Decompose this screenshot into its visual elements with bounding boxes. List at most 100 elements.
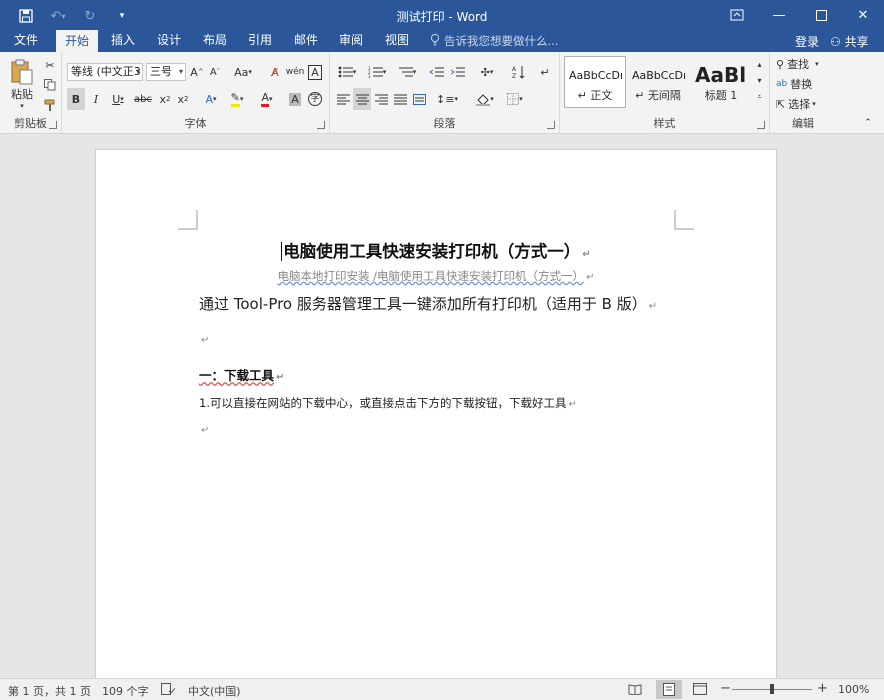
- share-button[interactable]: ⚇ 共享: [830, 33, 869, 50]
- minimize-icon[interactable]: —: [758, 0, 800, 30]
- format-painter-icon[interactable]: [42, 96, 58, 114]
- tab-mailings[interactable]: 邮件: [287, 30, 325, 52]
- paragraph-launcher-icon[interactable]: [547, 121, 555, 129]
- status-bar: 第 1 页，共 1 页 109 个字 中文(中国) − + 100%: [0, 678, 884, 700]
- document-page[interactable]: 电脑使用工具快速安装打印机（方式一） ↵ 电脑本地打印安装 /电脑使用工具快速安装…: [95, 149, 777, 684]
- zoom-out-button[interactable]: −: [720, 681, 731, 696]
- font-name-select[interactable]: 等线 (中文正3 ▾: [67, 63, 143, 81]
- document-subtitle: 电脑本地打印安装 /电脑使用工具快速安装打印机（方式一）: [277, 269, 585, 283]
- show-marks-icon[interactable]: ↵: [536, 61, 554, 83]
- style-heading-1[interactable]: AaBl 标题 1: [690, 56, 752, 108]
- tab-view[interactable]: 视图: [378, 30, 416, 52]
- numbering-icon[interactable]: 1 2 3 ▾: [364, 61, 390, 83]
- align-right-icon[interactable]: [372, 88, 390, 110]
- select-button[interactable]: ⇱ 选择 ▾: [776, 95, 816, 113]
- document-line-1-text: 通过 Tool-Pro 服务器管理工具一键添加所有打印机（适用于 B 版）: [199, 295, 647, 313]
- replace-label: 替换: [790, 78, 813, 91]
- clipboard-launcher-icon[interactable]: [49, 121, 57, 129]
- change-case-icon[interactable]: Aa ▾: [230, 61, 256, 83]
- tab-home[interactable]: 开始: [56, 30, 98, 52]
- web-layout-icon[interactable]: [693, 683, 707, 698]
- style-name: 标题 1: [704, 89, 738, 102]
- document-subtitle-line: 电脑本地打印安装 /电脑使用工具快速安装打印机（方式一） ↵: [96, 268, 776, 284]
- shading-icon[interactable]: ▾: [472, 88, 498, 110]
- borders-icon[interactable]: ▾: [502, 88, 528, 110]
- superscript-button[interactable]: x2: [175, 88, 191, 110]
- tab-layout[interactable]: 布局: [196, 30, 234, 52]
- find-button[interactable]: ⚲ 查找 ▾: [776, 55, 819, 73]
- strikethrough-button[interactable]: abc: [132, 88, 154, 110]
- subscript-button[interactable]: x2: [157, 88, 173, 110]
- line-spacing-icon[interactable]: ↕≡ ▾: [434, 88, 460, 110]
- login-button[interactable]: 登录: [795, 33, 819, 50]
- shrink-font-icon[interactable]: Aˇ: [207, 61, 223, 83]
- style-name: ↵ 无间隔: [635, 89, 681, 102]
- style-no-spacing[interactable]: AaBbCcDı ↵ 无间隔: [627, 56, 689, 108]
- style-sample: AaBbCcDı: [569, 69, 624, 82]
- copy-icon[interactable]: [42, 76, 58, 94]
- zoom-in-button[interactable]: +: [817, 681, 828, 696]
- grow-font-icon[interactable]: A ^: [189, 61, 205, 83]
- cut-icon[interactable]: ✂: [42, 56, 58, 74]
- font-launcher-icon[interactable]: [317, 121, 325, 129]
- character-border-icon[interactable]: A: [306, 61, 324, 83]
- replace-button[interactable]: ab 替换: [776, 75, 812, 93]
- paragraph-mark: ↵: [648, 301, 658, 312]
- zoom-level[interactable]: 100%: [838, 683, 869, 696]
- italic-button[interactable]: I: [87, 88, 105, 110]
- tab-insert[interactable]: 插入: [104, 30, 142, 52]
- style-normal[interactable]: AaBbCcDı ↵ 正文: [564, 56, 626, 108]
- collapse-ribbon-icon[interactable]: ⌃: [860, 116, 876, 130]
- character-shading-icon[interactable]: A: [286, 88, 304, 110]
- phonetic-guide-icon[interactable]: wén: [286, 61, 305, 83]
- tab-review[interactable]: 审阅: [332, 30, 370, 52]
- language-indicator[interactable]: 中文(中国): [188, 683, 241, 699]
- clear-formatting-icon[interactable]: A̸: [266, 61, 284, 83]
- proofing-icon[interactable]: [161, 683, 176, 698]
- underline-button[interactable]: U ▾: [107, 88, 129, 110]
- paragraph-mark: ↵: [582, 249, 591, 260]
- font-size-select[interactable]: 三号 ▾: [146, 63, 186, 81]
- tab-file[interactable]: 文件: [6, 30, 46, 52]
- align-center-icon[interactable]: [353, 88, 371, 110]
- font-color-icon[interactable]: A ▾: [255, 88, 279, 110]
- paragraph-group-label: 段落: [433, 117, 456, 130]
- text-effects-icon[interactable]: A ▾: [199, 88, 223, 110]
- share-label: 共享: [844, 35, 869, 49]
- print-layout-icon[interactable]: [656, 680, 682, 699]
- decrease-indent-icon[interactable]: [426, 61, 446, 83]
- styles-more-icon[interactable]: ⩡: [753, 88, 766, 106]
- tell-me-box[interactable]: 告诉我您想要做什么...: [430, 33, 558, 49]
- ribbon-home: 粘贴 ▾ ✂ 剪贴板 等线 (中文正3 ▾ 三号 ▾ A ^ Aˇ Aa ▾ A̸ wé…: [0, 52, 884, 134]
- enclose-characters-icon[interactable]: 字: [306, 88, 324, 110]
- lightbulb-icon: [430, 33, 440, 49]
- font-group-label: 字体: [184, 117, 207, 130]
- paste-button[interactable]: 粘贴 ▾: [6, 56, 38, 112]
- distributed-icon[interactable]: [410, 88, 428, 110]
- tab-references[interactable]: 引用: [241, 30, 279, 52]
- justify-icon[interactable]: [391, 88, 409, 110]
- styles-scroll-up-icon[interactable]: ▴: [753, 56, 766, 72]
- align-left-icon[interactable]: [334, 88, 352, 110]
- styles-launcher-icon[interactable]: [757, 121, 765, 129]
- maximize-icon[interactable]: [800, 0, 842, 30]
- tab-design[interactable]: 设计: [150, 30, 188, 52]
- multilevel-list-icon[interactable]: ▾: [394, 61, 420, 83]
- bold-button[interactable]: B: [67, 88, 85, 110]
- styles-scroll-down-icon[interactable]: ▾: [753, 72, 766, 88]
- zoom-slider-thumb[interactable]: [770, 684, 774, 694]
- bullets-icon[interactable]: ▾: [334, 61, 360, 83]
- font-name-value: 等线 (中文正3: [71, 65, 141, 78]
- highlight-color-icon[interactable]: ✎ ▾: [225, 88, 249, 110]
- tell-me-placeholder: 告诉我您想要做什么...: [444, 34, 559, 48]
- read-mode-icon[interactable]: [628, 683, 642, 698]
- document-step-1-line: 1.可以直接在网站的下载中心，或直接点击下方的下载按钮，下载好工具 ↵: [199, 395, 577, 411]
- sort-icon[interactable]: AZ: [508, 61, 528, 83]
- select-label: 选择: [788, 98, 811, 111]
- ribbon-display-options-icon[interactable]: [716, 0, 758, 30]
- increase-indent-icon[interactable]: [447, 61, 467, 83]
- page-count[interactable]: 第 1 页，共 1 页: [8, 683, 91, 699]
- close-icon[interactable]: ✕: [842, 0, 884, 30]
- word-count[interactable]: 109 个字: [102, 683, 149, 699]
- asian-layout-icon[interactable]: ✣ ▾: [474, 61, 500, 83]
